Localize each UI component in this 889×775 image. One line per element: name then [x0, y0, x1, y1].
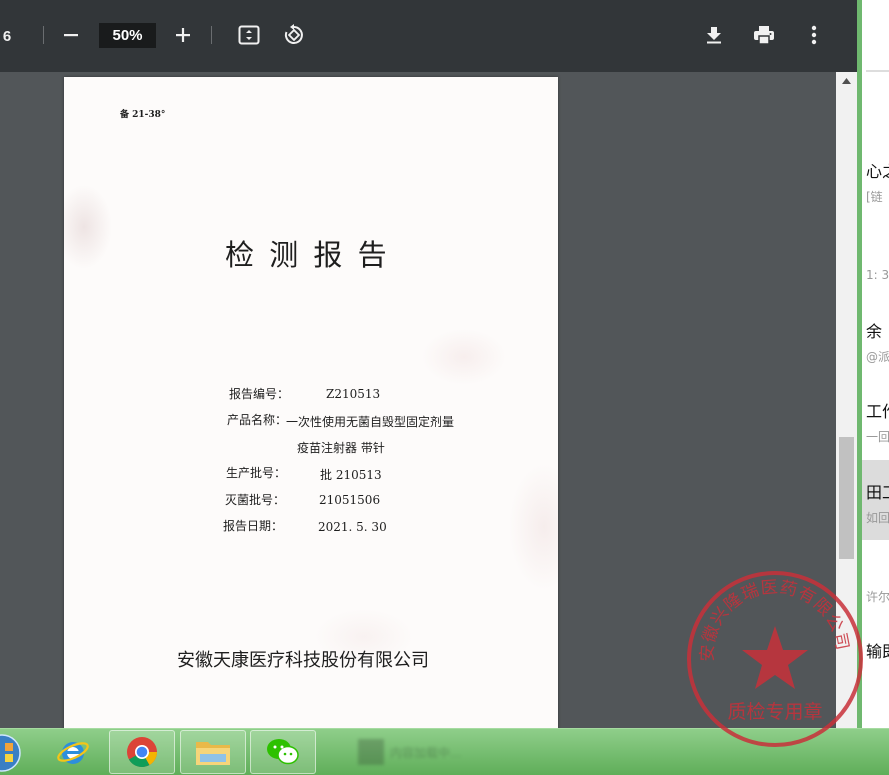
start-button[interactable]	[0, 733, 22, 773]
fit-page-button[interactable]	[232, 18, 266, 52]
field-value: 一次性使用无菌自毁型固定剂量	[286, 415, 455, 429]
zoom-in-icon	[176, 28, 190, 42]
chrome-button[interactable]	[109, 730, 175, 774]
chat-preview: 许尔	[866, 590, 889, 604]
page-number[interactable]: 6	[0, 24, 14, 48]
zoom-in-button[interactable]	[166, 18, 200, 52]
scroll-thumb[interactable]	[839, 437, 854, 559]
toolbar-divider	[211, 26, 212, 44]
field-value: 批 210513	[320, 468, 382, 482]
chat-title: 田工	[866, 483, 889, 502]
field-value: 21051506	[319, 493, 381, 507]
more-vert-icon	[811, 25, 817, 45]
folder-icon	[196, 742, 230, 765]
rotate-icon	[284, 24, 303, 44]
field-value: Z210513	[326, 387, 381, 401]
document-page: 备 21-38° 检 测 报 告 报告编号： Z210513 产品名称： 一次性…	[64, 77, 558, 728]
viewer-scrollbar[interactable]	[836, 72, 857, 728]
field-label: 生产批号：	[226, 466, 287, 480]
print-button[interactable]	[747, 18, 781, 52]
wechat-icon	[267, 739, 299, 765]
wechat-button[interactable]	[250, 730, 316, 774]
chat-preview: 一回	[866, 430, 889, 444]
more-options-button[interactable]	[797, 18, 831, 52]
toolbar-divider	[43, 26, 44, 44]
print-icon	[754, 26, 774, 45]
internet-explorer-button[interactable]	[40, 730, 106, 774]
internet-explorer-icon	[57, 742, 89, 764]
zoom-out-icon	[64, 34, 78, 37]
file-explorer-button[interactable]	[180, 730, 246, 774]
windows-taskbar: 内容加载中…	[0, 728, 889, 775]
field-value: 疫苗注射器 带针	[297, 441, 385, 455]
filing-note: 备 21-38°	[120, 110, 166, 120]
field-label: 灭菌批号：	[225, 493, 286, 507]
chat-title: 输即	[866, 642, 889, 661]
chat-preview: @派	[866, 350, 889, 364]
chat-preview: 如回	[866, 511, 889, 525]
chat-title: 心之	[866, 162, 889, 181]
report-title: 检 测 报 告	[225, 238, 390, 272]
chat-preview: [链	[866, 190, 883, 204]
download-button[interactable]	[697, 18, 731, 52]
field-value: 2021. 5. 30	[318, 520, 387, 534]
fit-page-icon	[238, 25, 260, 45]
field-label: 产品名称：	[227, 413, 288, 427]
zoom-out-button[interactable]	[54, 18, 88, 52]
scroll-up-arrow-icon	[842, 77, 851, 84]
pdf-toolbar: 6 50%	[0, 0, 857, 72]
blurred-window-label: 内容加载中…	[390, 745, 463, 760]
pdf-viewer[interactable]: 备 21-38° 检 测 报 告 报告编号： Z210513 产品名称： 一次性…	[0, 72, 836, 728]
start-orb-icon	[0, 734, 21, 772]
chrome-icon	[127, 737, 157, 768]
window-thumbnail-icon	[358, 739, 384, 765]
chat-title: 工作	[866, 402, 889, 421]
blurred-taskbar-window[interactable]: 内容加载中…	[358, 737, 498, 767]
field-label: 报告日期：	[223, 519, 284, 533]
background-chat-window[interactable]: 心之 [链 1: 35 余 @派 工作 一回 田工 如回 许尔 输即	[857, 0, 889, 728]
field-label: 报告编号：	[229, 387, 290, 401]
chat-preview: 1: 35	[866, 268, 889, 282]
chat-title: 余	[866, 322, 883, 341]
zoom-level-input[interactable]: 50%	[99, 23, 156, 48]
scroll-up-button[interactable]	[836, 72, 857, 89]
panel-divider	[866, 70, 889, 72]
company-name: 安徽天康医疗科技股份有限公司	[177, 650, 429, 671]
rotate-button[interactable]	[277, 18, 311, 52]
download-icon	[707, 27, 721, 44]
